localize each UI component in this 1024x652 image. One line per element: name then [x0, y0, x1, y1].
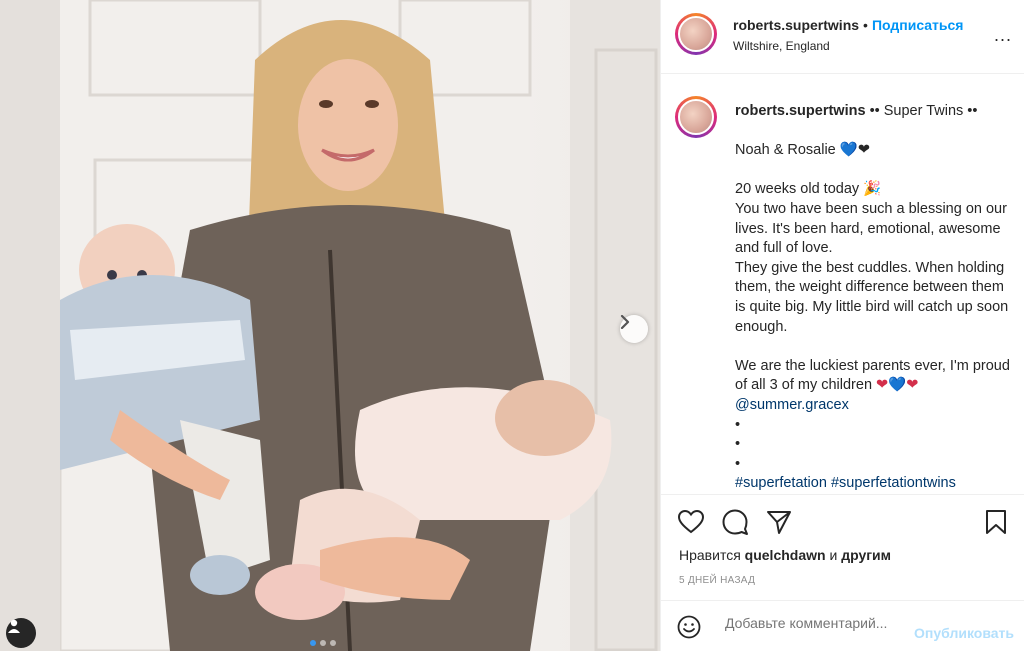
comment-bar: Опубликовать: [661, 600, 1024, 652]
caption-line5: We are the luckiest parents ever, I'm pr…: [735, 357, 1010, 394]
header-username[interactable]: roberts.supertwins: [733, 17, 859, 33]
post-side-panel: roberts.supertwins • Подписаться Wiltshire…: [660, 0, 1024, 651]
bookmark-icon[interactable]: [982, 508, 1010, 536]
caption-line2: 20 weeks old today: [735, 181, 860, 198]
post-photo-illustration: [0, 0, 660, 651]
caption-line: We are the luckiest parents ever, I'm pr…: [735, 357, 1017, 396]
caption-title: roberts.supertwins •• Super Twins ••: [735, 102, 1017, 122]
caption-username[interactable]: roberts.supertwins: [735, 103, 866, 119]
carousel-dot: [310, 640, 316, 646]
share-icon[interactable]: [765, 508, 793, 536]
caption-avatar[interactable]: [675, 96, 717, 138]
caption-bullet: •: [735, 455, 741, 472]
caption-line1-emoji: 💙❤: [839, 142, 870, 159]
caption-line: 20 weeks old today 🎉: [735, 180, 1017, 200]
caption-line1: Noah & Rosalie: [735, 142, 836, 159]
post-caption: roberts.supertwins •• Super Twins •• Noa…: [661, 74, 1024, 495]
comment-icon[interactable]: [721, 508, 749, 536]
carousel-dot: [330, 640, 336, 646]
likes-user-link[interactable]: quelchdawn: [745, 547, 826, 563]
follow-button[interactable]: Подписаться: [872, 17, 964, 33]
likes-summary: Нравится quelchdawn и другим: [679, 547, 891, 563]
heart-icon: 💙: [888, 377, 907, 394]
caption-line3: You two have been such a blessing on our…: [735, 200, 1007, 257]
emoji-icon[interactable]: [677, 615, 701, 639]
heart-icon: ❤: [906, 377, 919, 394]
header-separator: •: [863, 17, 868, 33]
post-photo[interactable]: [0, 0, 660, 651]
instagram-post: roberts.supertwins • Подписаться Wiltshire…: [0, 0, 1024, 651]
caption-hashtags: #superfetation #superfetationtwins: [735, 474, 1017, 494]
action-bar: [677, 508, 1010, 538]
avatar[interactable]: [675, 13, 717, 55]
likes-others-link[interactable]: другим: [841, 547, 891, 563]
caption-line2-emoji: 🎉: [863, 181, 882, 198]
heart-icon[interactable]: [677, 508, 705, 536]
carousel-dot: [320, 640, 326, 646]
caption-text: roberts.supertwins •• Super Twins •• Noa…: [735, 102, 1017, 494]
likes-prefix: Нравится: [679, 547, 741, 563]
post-location[interactable]: Wiltshire, England: [733, 39, 830, 53]
caption-bullet: •: [735, 416, 741, 433]
header-line: roberts.supertwins • Подписаться: [733, 17, 963, 33]
post-header: roberts.supertwins • Подписаться Wiltshire…: [661, 0, 1024, 74]
caption-bullet: •: [735, 436, 741, 453]
publish-button[interactable]: Опубликовать: [914, 625, 1014, 641]
hashtag-link[interactable]: #superfetation: [735, 475, 827, 491]
post-timestamp[interactable]: 5 ДНЕЙ НАЗАД: [679, 575, 755, 586]
chevron-right-icon: [620, 315, 630, 329]
user-icon: [8, 619, 20, 633]
tagged-users-button[interactable]: [6, 618, 36, 648]
comment-input[interactable]: [723, 614, 907, 632]
caption-line: Noah & Rosalie 💙❤: [735, 141, 1017, 161]
more-options-icon[interactable]: ...: [994, 25, 1012, 46]
carousel-next-button[interactable]: [620, 315, 648, 343]
caption-mention[interactable]: @summer.gracex: [735, 396, 1017, 416]
hashtag-link[interactable]: #superfetationtwins: [831, 475, 956, 491]
likes-conj: и: [829, 547, 838, 563]
carousel-indicator: [310, 640, 336, 646]
caption-title-suffix: •• Super Twins ••: [869, 103, 978, 119]
heart-icon: ❤: [876, 377, 889, 394]
caption-line4: They give the best cuddles. When holding…: [735, 259, 1009, 335]
